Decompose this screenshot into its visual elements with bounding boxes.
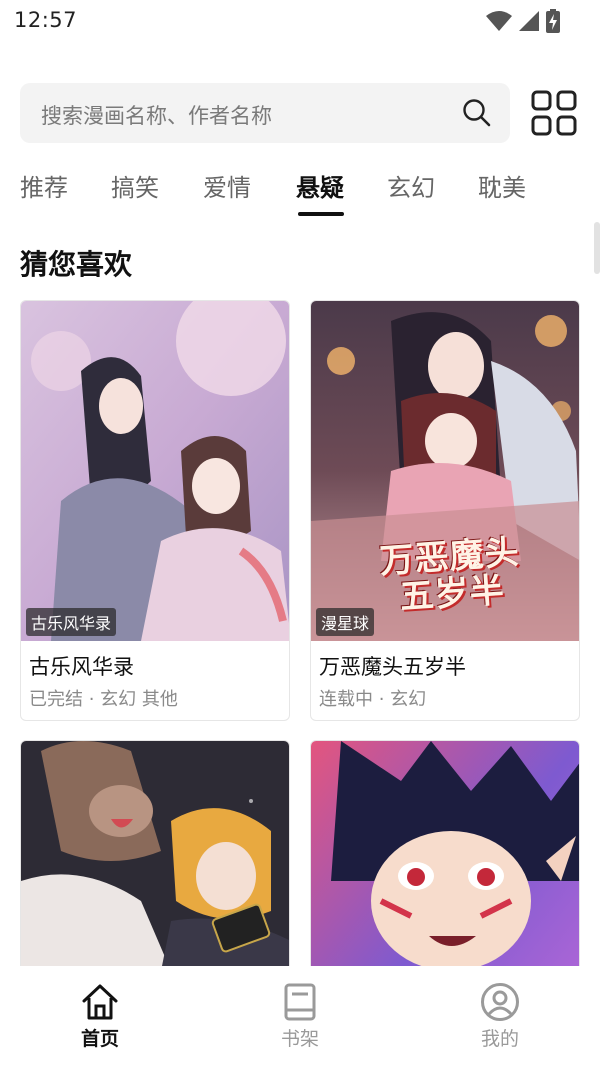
cover-title-art: 万恶魔头五岁半 [349, 532, 554, 621]
tab-bl[interactable]: 耽美 [478, 168, 526, 203]
search-placeholder: 搜索漫画名称、作者名称 [41, 104, 272, 128]
battery-icon [546, 9, 560, 33]
status-time: 12:57 [14, 8, 78, 32]
search-input[interactable]: 搜索漫画名称、作者名称 [20, 83, 510, 143]
section-title: 猜您喜欢 [20, 248, 133, 281]
cover-title-text: 万恶魔头五岁半 [378, 532, 521, 618]
status-bar: 12:57 [0, 0, 600, 44]
search-icon[interactable] [462, 98, 492, 128]
nav-bookshelf-label: 书架 [280, 1028, 319, 1050]
comic-meta: 连载中 · 玄幻 [319, 689, 427, 710]
signal-icon [519, 11, 539, 31]
tab-comedy[interactable]: 搞笑 [111, 168, 159, 203]
bookshelf-icon [284, 983, 316, 1021]
comic-meta: 已完结 · 玄幻 其他 [29, 689, 178, 710]
wifi-icon [486, 11, 512, 31]
comic-card[interactable]: 古乐风华录 古乐风华录 已完结 · 玄幻 其他 [20, 300, 290, 721]
home-icon [82, 984, 118, 1020]
active-tab-indicator [298, 212, 344, 216]
category-tabs: 推荐 搞笑 爱情 悬疑 玄幻 耽美 [0, 168, 600, 218]
tab-romance[interactable]: 爱情 [203, 168, 251, 203]
tab-scroll-indicator [594, 222, 600, 274]
bottom-nav: 首页 书架 我的 [0, 966, 600, 1066]
tab-recommend[interactable]: 推荐 [20, 168, 68, 203]
cover-tag: 古乐风华录 [26, 608, 117, 636]
status-icons [486, 9, 560, 33]
nav-home-label: 首页 [80, 1028, 119, 1050]
comic-title[interactable]: 古乐风华录 [29, 651, 134, 681]
nav-profile-label: 我的 [480, 1028, 519, 1050]
grid-menu-icon[interactable] [531, 90, 577, 136]
comic-cover[interactable]: 漫星球 万恶魔头五岁半 [311, 301, 579, 641]
tab-fantasy[interactable]: 玄幻 [387, 168, 435, 203]
tab-mystery[interactable]: 悬疑 [296, 168, 344, 203]
comic-title[interactable]: 万恶魔头五岁半 [319, 651, 466, 681]
comic-card[interactable]: 漫星球 万恶魔头五岁半 万恶魔头五岁半 连载中 · 玄幻 [310, 300, 580, 721]
nav-home[interactable]: 首页 [50, 982, 150, 1051]
nav-bookshelf[interactable]: 书架 [250, 982, 350, 1051]
comic-cover[interactable]: 古乐风华录 [21, 301, 289, 641]
nav-profile[interactable]: 我的 [450, 982, 550, 1051]
profile-icon [481, 983, 519, 1021]
